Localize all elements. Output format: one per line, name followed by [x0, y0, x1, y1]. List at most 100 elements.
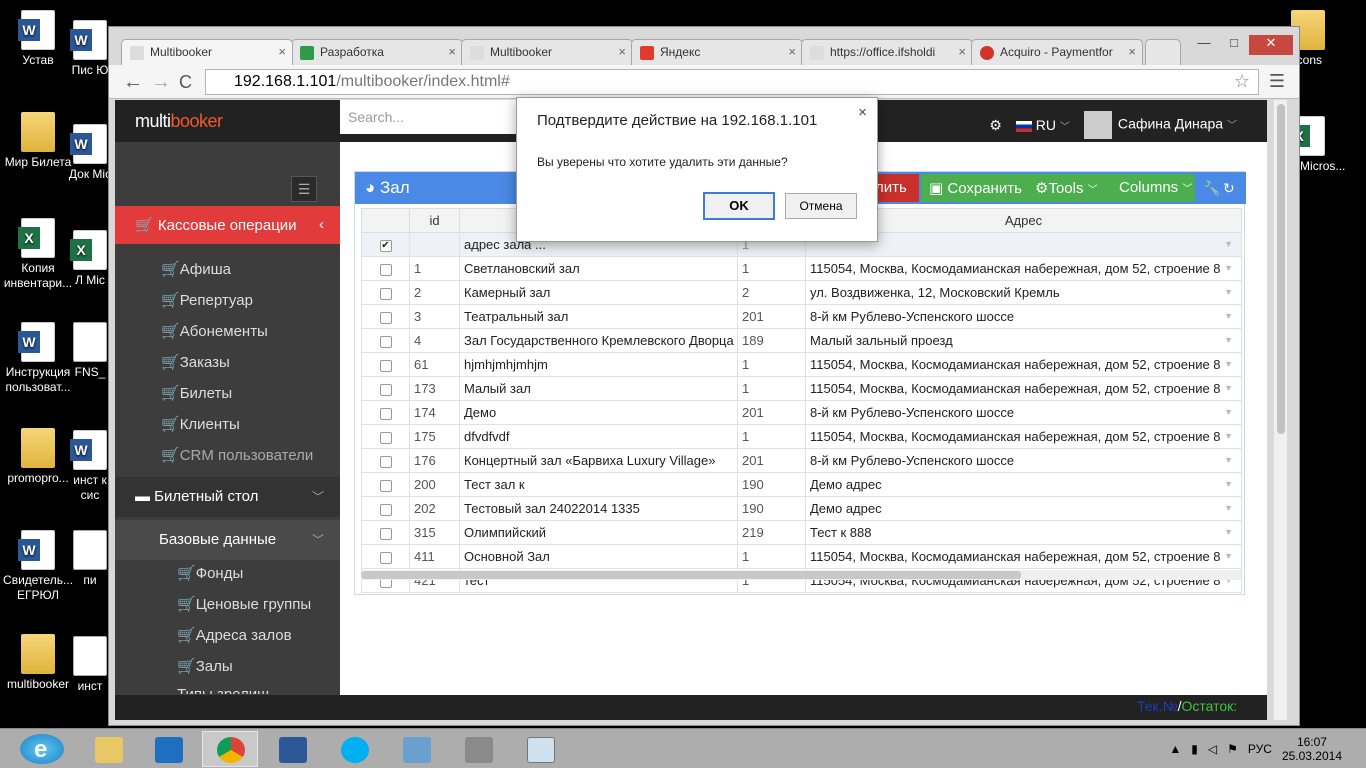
tab-multibooker-active[interactable]: Multibooker × [121, 39, 293, 65]
ok-button[interactable]: OK [703, 192, 775, 220]
cell-address[interactable]: 8-й км Рублево-Успенского шоссе ▼ [805, 400, 1242, 425]
taskbar-explorer[interactable] [80, 731, 136, 767]
desktop-icon-ustav[interactable]: Устав [0, 10, 76, 68]
sidebar-item-crm[interactable]: 🛒CRM пользователи [161, 446, 313, 464]
cell-count[interactable]: 201 [737, 304, 806, 329]
sidebar-section-cash-operations[interactable]: 🛒 Кассовые операции ‹ [115, 206, 340, 244]
sidebar-section-base-data[interactable]: Базовые данные ﹀ [115, 520, 340, 560]
forward-button[interactable]: → [151, 71, 171, 94]
row-checkbox[interactable] [379, 263, 392, 276]
scrollbar-thumb[interactable] [1277, 104, 1285, 434]
desktop-icon-2-6[interactable]: инст [68, 636, 112, 694]
minimize-button[interactable]: — [1189, 35, 1219, 55]
internet-explorer-icon[interactable] [20, 734, 64, 764]
sidebar-toggle-button[interactable]: ☰ [291, 176, 317, 202]
desktop-icon-svidetelstvo[interactable]: Свидетель... ЕГРЮЛ [0, 530, 76, 603]
settings-gears-icon[interactable]: ⚙ [989, 117, 1002, 134]
new-tab-button[interactable] [1145, 39, 1181, 65]
network-icon[interactable]: ▮ [1191, 742, 1198, 756]
taskbar-word[interactable] [264, 731, 320, 767]
desktop-icon-2-3[interactable]: FNS_ [68, 322, 112, 380]
sidebar-item-repertuar[interactable]: 🛒Репертуар [161, 291, 253, 309]
language-selector[interactable]: RU ﹀ [1015, 117, 1070, 133]
sidebar-subitem-show-types[interactable]: Типы зрелищ [177, 686, 270, 694]
table-row[interactable]: 1 Светлановский зал 1 115054, Москва, Космо… [361, 256, 1242, 281]
table-row[interactable]: 173 Малый зал 1 115054, Москва, Космодамиан… [361, 376, 1242, 401]
sidebar-subitem-fondy[interactable]: 🛒Фонды [177, 564, 243, 582]
column-header-select[interactable] [361, 208, 410, 233]
language-indicator[interactable]: РУС [1248, 742, 1272, 756]
page-vertical-scrollbar[interactable] [1273, 100, 1287, 720]
table-row[interactable]: 4 Зал Государственного Кремлевского Дворц… [361, 328, 1242, 353]
restore-button[interactable]: □ [1219, 35, 1249, 55]
cell-name[interactable]: Светлановский зал [459, 256, 738, 281]
action-center-icon[interactable]: ⚑ [1227, 742, 1238, 756]
sidebar-item-bilety[interactable]: 🛒Билеты [161, 384, 232, 402]
dialog-close-icon[interactable]: × [858, 104, 867, 121]
row-checkbox[interactable] [379, 527, 392, 540]
desktop-icon-promopro[interactable]: promopro... [0, 428, 76, 486]
desktop-icon-2-4[interactable]: инст к сис [68, 430, 112, 503]
table-row[interactable]: 315 Олимпийский 219 Тест к 888 ▼ [361, 520, 1242, 545]
cell-address[interactable]: 8-й км Рублево-Успенского шоссе ▼ [805, 304, 1242, 329]
tab-close-icon[interactable]: × [618, 44, 626, 59]
multibooker-logo[interactable]: multibooker [135, 111, 223, 132]
cell-name[interactable]: hjmhjmhjmhjm [459, 352, 738, 377]
row-checkbox[interactable] [379, 407, 392, 420]
desktop-icon-2-0[interactable]: Пис Ю [68, 20, 112, 78]
tab-close-icon[interactable]: × [448, 44, 456, 59]
cell-address[interactable]: 115054, Москва, Космодамианская набережн… [805, 352, 1242, 377]
row-checkbox[interactable] [379, 431, 392, 444]
cell-count[interactable]: 1 [737, 376, 806, 401]
cell-address[interactable]: Демо адрес ▼ [805, 472, 1242, 497]
volume-icon[interactable]: ◁ [1208, 742, 1217, 756]
row-checkbox[interactable] [379, 455, 392, 468]
cell-address[interactable]: ул. Воздвиженка, 12, Московский Кремль ▼ [805, 280, 1242, 305]
row-checkbox[interactable] [379, 359, 392, 372]
cell-count[interactable]: 1 [737, 352, 806, 377]
scrollbar-thumb[interactable] [361, 571, 1021, 579]
cell-count[interactable]: 201 [737, 448, 806, 473]
back-button[interactable]: ← [123, 71, 143, 94]
desktop-icon-multibooker[interactable]: multibooker [0, 634, 76, 692]
column-header-id[interactable]: id [409, 208, 460, 233]
table-row[interactable]: 202 Тестовый зал 24022014 1335 190 Демо адр… [361, 496, 1242, 521]
clock[interactable]: 16:07 25.03.2014 [1282, 735, 1342, 763]
cell-name[interactable]: Демо [459, 400, 738, 425]
desktop-icon-2-2[interactable]: Л Mic [68, 230, 112, 288]
user-menu[interactable]: Сафина Динара ﹀ [1083, 111, 1237, 139]
cell-count[interactable]: 1 [737, 256, 806, 281]
refresh-icon[interactable]: ↻ [1223, 180, 1235, 197]
sidebar-subitem-price-groups[interactable]: 🛒Ценовые группы [177, 595, 311, 613]
desktop-icon-mir-bileta[interactable]: Мир Билета [0, 112, 76, 170]
sidebar-subitem-halls[interactable]: 🛒Залы [177, 657, 233, 675]
row-checkbox[interactable] [379, 311, 392, 324]
horizontal-scrollbar[interactable] [361, 570, 1241, 580]
search-input[interactable]: Search... [340, 100, 520, 134]
cell-address[interactable]: Тест к 888 ▼ [805, 520, 1242, 545]
tab-multibooker[interactable]: Multibooker × [461, 39, 633, 65]
row-checkbox[interactable] [379, 551, 392, 564]
row-checkbox[interactable] [379, 503, 392, 516]
table-row[interactable]: 411 Основной Зал 1 115054, Москва, Космодам… [361, 544, 1242, 569]
desktop-icon-kopiya[interactable]: Копия инвентари... [0, 218, 76, 291]
cell-address[interactable]: Демо адрес ▼ [805, 496, 1242, 521]
table-row[interactable]: 174 Демо 201 8-й км Рублево-Успенского шосс… [361, 400, 1242, 425]
table-row[interactable]: 3 Театральный зал 201 8-й км Рублево-Успенс… [361, 304, 1242, 329]
cell-name[interactable]: Тест зал к [459, 472, 738, 497]
cell-count[interactable]: 1 [737, 544, 806, 569]
row-checkbox[interactable] [379, 335, 392, 348]
cell-name[interactable]: Камерный зал [459, 280, 738, 305]
taskbar-task-manager[interactable] [512, 731, 568, 767]
tab-acquiro[interactable]: Acquiro - Paymentfor × [971, 39, 1143, 65]
tab-close-icon[interactable]: × [788, 44, 796, 59]
cell-address[interactable]: Малый зальный проезд ▼ [805, 328, 1242, 353]
table-row[interactable]: 200 Тест зал к 190 Демо адрес ▼ [361, 472, 1242, 497]
table-row[interactable]: 176 Концертный зал «Барвиха Luxury Villag… [361, 448, 1242, 473]
desktop-icon-instrukciya[interactable]: Инструкция пользоват... [0, 322, 76, 395]
cell-name[interactable]: Малый зал [459, 376, 738, 401]
sidebar-item-klienty[interactable]: 🛒Клиенты [161, 415, 240, 433]
cell-name[interactable]: Театральный зал [459, 304, 738, 329]
cell-address[interactable]: 115054, Москва, Космодамианская набережн… [805, 376, 1242, 401]
desktop-icon-2-1[interactable]: Док Mic [68, 124, 112, 182]
